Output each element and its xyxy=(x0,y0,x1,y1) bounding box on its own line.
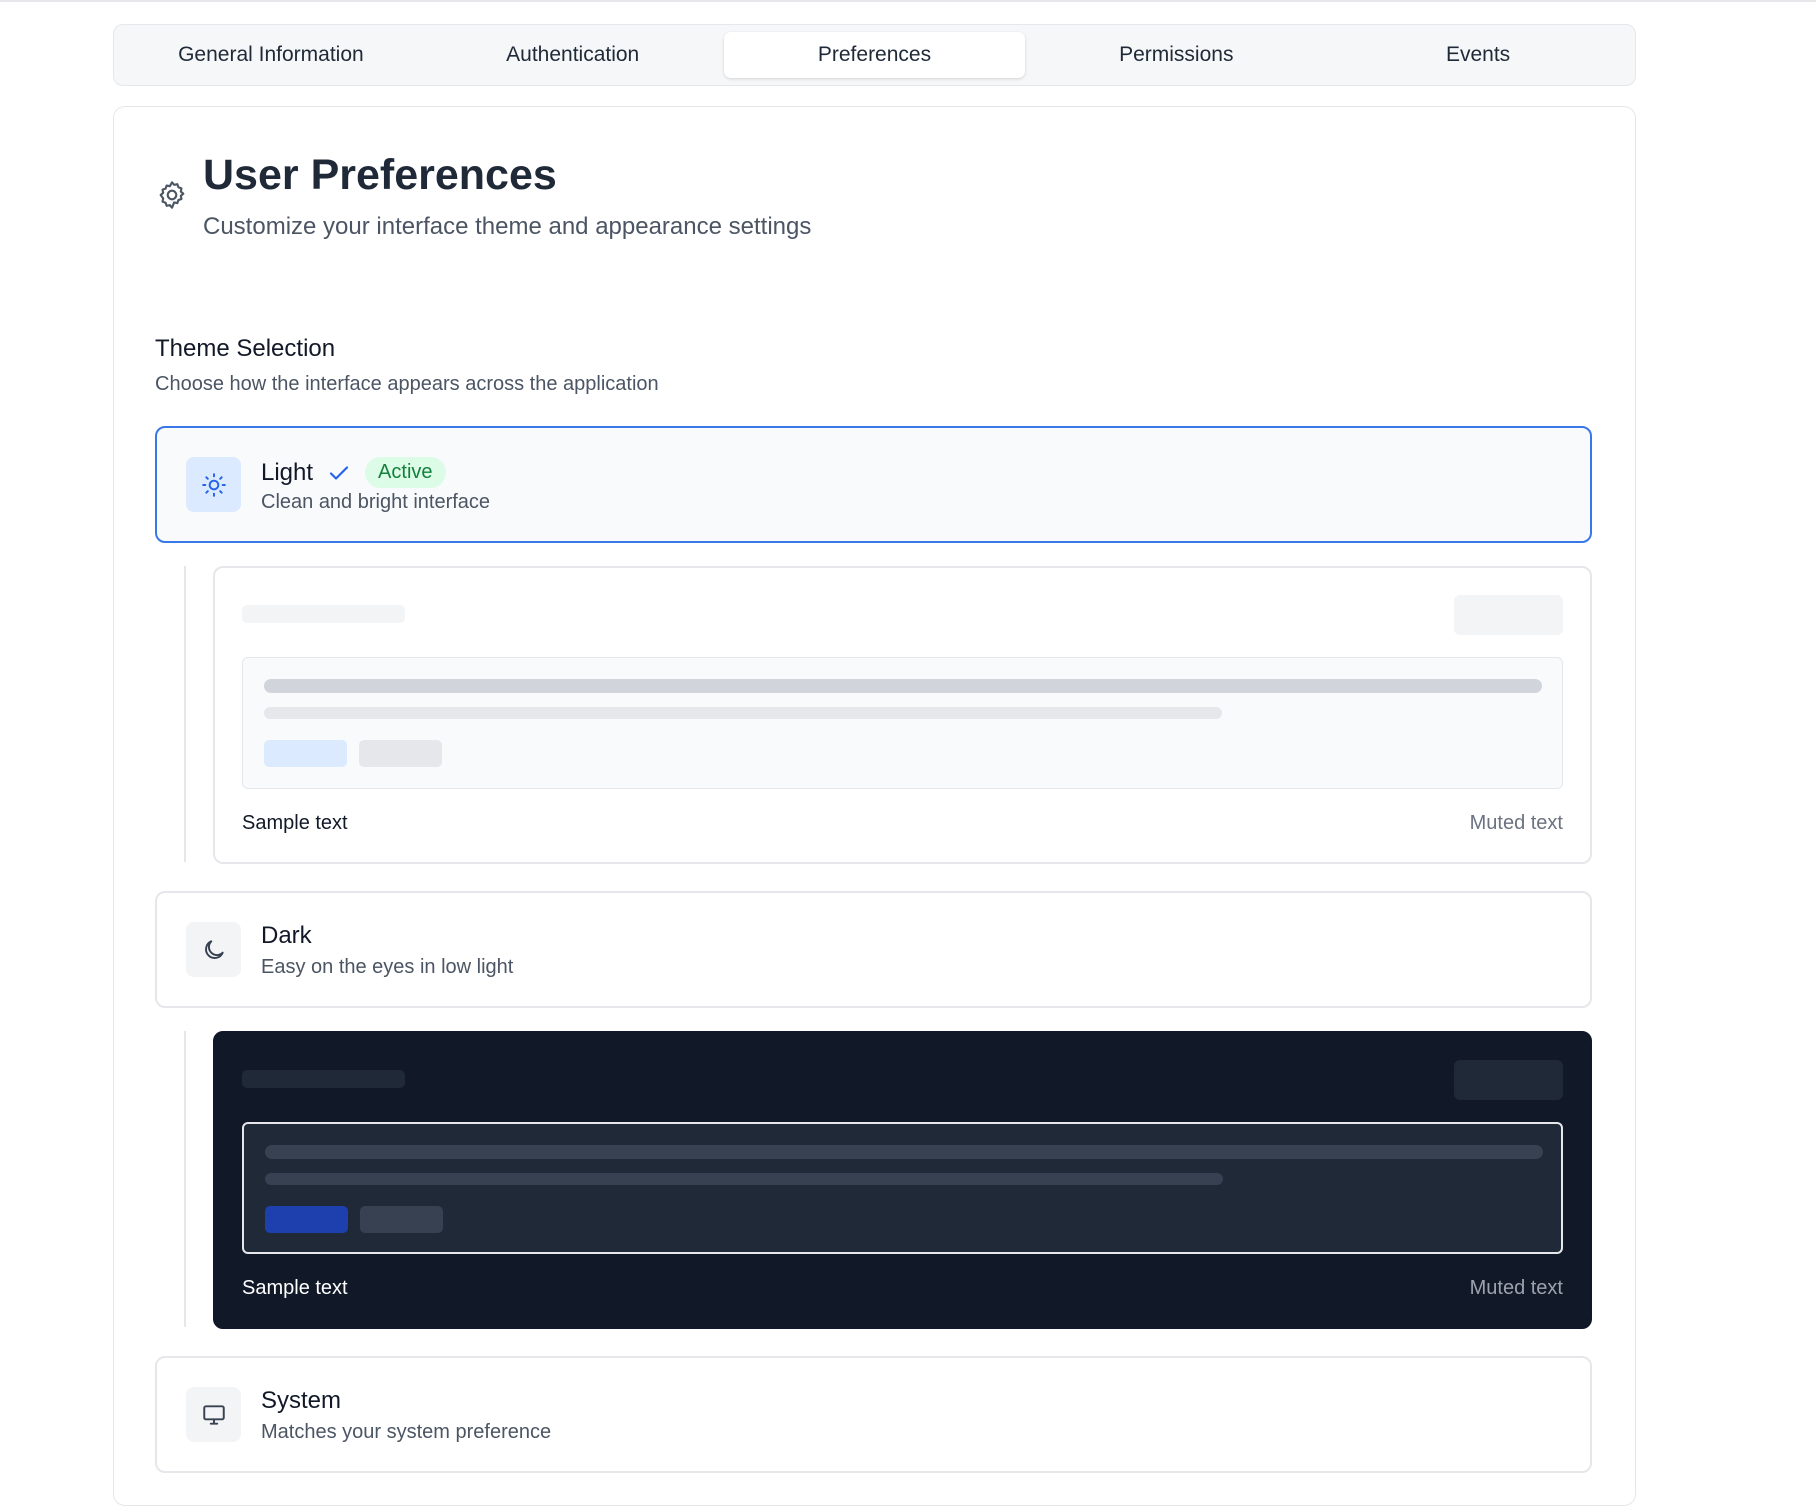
preview-content-box xyxy=(242,657,1563,789)
preview-sample-text: Sample text xyxy=(242,812,348,834)
monitor-icon xyxy=(186,1387,241,1442)
theme-option-title: Light Active xyxy=(261,457,446,488)
preview-primary-button-placeholder xyxy=(264,740,347,767)
preview-line-placeholder xyxy=(264,707,1222,719)
active-badge: Active xyxy=(365,457,446,488)
preview-line-placeholder xyxy=(265,1145,1543,1159)
dark-theme-preview: Sample text Muted text xyxy=(213,1031,1592,1329)
preview-title-placeholder xyxy=(242,605,405,623)
preview-rail xyxy=(184,1031,186,1327)
check-icon xyxy=(329,465,349,480)
preview-rail xyxy=(184,566,186,862)
tab-preferences[interactable]: Preferences xyxy=(723,32,1026,78)
tab-permissions[interactable]: Permissions xyxy=(1025,32,1327,78)
tab-bar: General Information Authentication Prefe… xyxy=(113,24,1636,86)
tab-authentication[interactable]: Authentication xyxy=(422,32,724,78)
page-subtitle: Customize your interface theme and appea… xyxy=(203,213,812,240)
theme-option-light[interactable]: Light Active Clean and bright interface xyxy=(155,426,1592,543)
light-theme-preview: Sample text Muted text xyxy=(213,566,1592,864)
preview-secondary-button-placeholder xyxy=(360,1206,443,1233)
preview-button-placeholder xyxy=(1454,595,1563,635)
theme-option-name: Light xyxy=(261,458,314,486)
theme-option-description: Easy on the eyes in low light xyxy=(261,956,514,978)
preview-primary-button-placeholder xyxy=(265,1206,348,1233)
theme-option-description: Matches your system preference xyxy=(261,1421,552,1443)
theme-option-description: Clean and bright interface xyxy=(261,491,491,513)
preview-secondary-button-placeholder xyxy=(359,740,442,767)
preview-line-placeholder xyxy=(264,679,1542,693)
sun-icon xyxy=(186,457,241,512)
theme-option-title: System xyxy=(261,1387,341,1415)
tab-events[interactable]: Events xyxy=(1327,32,1629,78)
preview-line-placeholder xyxy=(265,1173,1223,1185)
preferences-card: User Preferences Customize your interfac… xyxy=(113,106,1636,1506)
gear-icon xyxy=(156,179,188,211)
preview-title-placeholder xyxy=(242,1070,405,1088)
top-divider xyxy=(0,0,1816,2)
preview-muted-text: Muted text xyxy=(1469,1277,1563,1299)
page-title: User Preferences xyxy=(203,151,557,199)
preview-button-placeholder xyxy=(1454,1060,1563,1100)
section-title: Theme Selection xyxy=(155,335,336,362)
theme-option-name: System xyxy=(261,1387,342,1414)
section-description: Choose how the interface appears across … xyxy=(155,373,659,395)
theme-option-name: Dark xyxy=(261,922,312,949)
preview-muted-text: Muted text xyxy=(1469,812,1563,834)
preview-content-box xyxy=(242,1122,1563,1254)
theme-option-system[interactable]: System Matches your system preference xyxy=(155,1356,1592,1473)
theme-option-title: Dark xyxy=(261,922,312,950)
tab-general-information[interactable]: General Information xyxy=(120,32,422,78)
theme-option-dark[interactable]: Dark Easy on the eyes in low light xyxy=(155,891,1592,1008)
preview-sample-text: Sample text xyxy=(242,1277,348,1299)
moon-icon xyxy=(186,922,241,977)
